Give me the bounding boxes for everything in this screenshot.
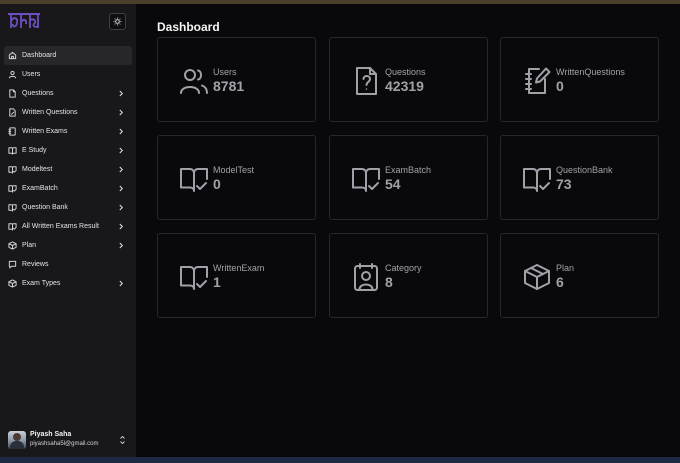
- stat-card-label: ModelTest: [213, 165, 255, 175]
- stat-card-questions[interactable]: Questions 42319: [329, 37, 488, 122]
- book-check-icon: [8, 166, 17, 174]
- chevron-right-icon: [119, 90, 124, 97]
- sidebar-item-reviews[interactable]: Reviews: [4, 255, 132, 274]
- stat-card-value: 6: [556, 274, 564, 290]
- sidebar-item-all-written-exams-result[interactable]: All Written Exams Result: [4, 217, 132, 236]
- stat-card-value: 8781: [213, 78, 245, 94]
- sun-icon: [113, 17, 122, 26]
- avatar: [8, 431, 26, 449]
- sidebar-item-label: Dashboard: [22, 52, 57, 59]
- sidebar-item-label: Reviews: [22, 261, 49, 268]
- stat-card-writtenquestions[interactable]: WrittenQuestions 0: [500, 37, 659, 122]
- sidebar-item-label: ExamBatch: [22, 185, 58, 192]
- sidebar-nav: Dashboard Users Questions Written Questions…: [4, 46, 132, 293]
- page-title: Dashboard: [157, 20, 220, 34]
- chevron-right-icon: [119, 185, 124, 192]
- sidebar-item-written-exams[interactable]: Written Exams: [4, 122, 132, 141]
- sidebar-item-exambatch[interactable]: ExamBatch: [4, 179, 132, 198]
- sidebar-item-e-study[interactable]: E Study: [4, 141, 132, 160]
- book-icon: [8, 147, 17, 155]
- book-check-icon: [8, 223, 17, 231]
- contact-icon: [354, 263, 378, 291]
- sidebar-item-label: All Written Exams Result: [22, 223, 99, 230]
- user-email: piyashsaha5l@gmail.com: [30, 441, 99, 447]
- chevron-right-icon: [119, 204, 124, 211]
- chevron-right-icon: [119, 109, 124, 116]
- sidebar-item-written-questions[interactable]: Written Questions: [4, 103, 132, 122]
- sidebar-item-label: E Study: [22, 147, 47, 154]
- book-check-icon: [352, 168, 380, 192]
- sidebar-item-question-bank[interactable]: Question Bank: [4, 198, 132, 217]
- stat-card-users[interactable]: Users 8781: [157, 37, 316, 122]
- sidebar-item-label: Modeltest: [22, 166, 53, 173]
- stat-card-label: Category: [385, 263, 422, 273]
- book-check-icon: [523, 168, 551, 192]
- book-check-icon: [180, 168, 208, 192]
- stat-card-label: Questions: [385, 67, 426, 77]
- message-icon: [8, 260, 17, 269]
- sidebar-item-label: Plan: [22, 242, 37, 249]
- taskbar-strip: [0, 457, 680, 463]
- notebook-icon: [8, 127, 16, 136]
- stat-card-modeltest[interactable]: ModelTest 0: [157, 135, 316, 220]
- file-icon: [9, 89, 16, 98]
- theme-toggle-button[interactable]: [109, 13, 126, 30]
- chevron-right-icon: [119, 242, 124, 249]
- users-icon: [180, 69, 208, 94]
- sidebar-item-dashboard[interactable]: Dashboard: [4, 46, 132, 65]
- stat-card-value: 42319: [385, 78, 424, 94]
- notebook-pen-icon: [525, 67, 551, 94]
- stat-card-writtenexam[interactable]: WrittenExam 1: [157, 233, 316, 318]
- stat-card-label: WrittenExam: [213, 263, 265, 273]
- stat-card-exambatch[interactable]: ExamBatch 54: [329, 135, 488, 220]
- sidebar-item-exam-types[interactable]: Exam Types: [4, 274, 132, 293]
- stat-card-value: 0: [213, 176, 221, 192]
- chevron-right-icon: [119, 223, 124, 230]
- chevron-right-icon: [119, 128, 124, 135]
- user-name: Piyash Saha: [30, 431, 72, 438]
- box-icon: [8, 241, 17, 250]
- stat-card-value: 8: [385, 274, 393, 290]
- book-check-icon: [8, 185, 17, 193]
- package-icon: [524, 264, 550, 290]
- sidebar-item-label: Written Exams: [22, 128, 68, 135]
- stat-card-label: QuestionBank: [556, 165, 613, 175]
- file-edit-icon: [9, 108, 16, 117]
- sidebar-item-plan[interactable]: Plan: [4, 236, 132, 255]
- stat-card-label: Plan: [556, 263, 575, 273]
- chevron-right-icon: [119, 166, 124, 173]
- stat-card-value: 0: [556, 78, 564, 94]
- sidebar: Dashboard Users Questions Written Questions…: [0, 4, 136, 457]
- sidebar-item-label: Question Bank: [22, 204, 68, 211]
- sidebar-item-label: Exam Types: [22, 280, 61, 287]
- stat-card-value: 73: [556, 176, 572, 192]
- sidebar-item-questions[interactable]: Questions: [4, 84, 132, 103]
- stat-card-questionbank[interactable]: QuestionBank 73: [500, 135, 659, 220]
- home-icon: [8, 51, 17, 60]
- sidebar-item-modeltest[interactable]: Modeltest: [4, 160, 132, 179]
- stat-card-category[interactable]: Category 8: [329, 233, 488, 318]
- user-profile[interactable]: Piyash Saha piyashsaha5l@gmail.com: [0, 428, 136, 456]
- user-icon: [8, 70, 17, 79]
- chevron-right-icon: [119, 280, 124, 287]
- stat-card-value: 1: [213, 274, 221, 290]
- chevron-right-icon: [119, 147, 124, 154]
- book-check-icon: [8, 204, 17, 212]
- stat-card-plan[interactable]: Plan 6: [500, 233, 659, 318]
- box-icon: [8, 279, 17, 288]
- sidebar-item-label: Questions: [22, 90, 54, 97]
- file-question-icon: [356, 67, 377, 95]
- sidebar-item-users[interactable]: Users: [4, 65, 132, 84]
- stat-card-label: WrittenQuestions: [556, 67, 625, 77]
- book-check-icon: [180, 266, 208, 290]
- app-logo[interactable]: [6, 10, 42, 32]
- sidebar-item-label: Users: [22, 71, 41, 78]
- stat-card-label: Users: [213, 67, 237, 77]
- stat-card-label: ExamBatch: [385, 165, 432, 175]
- stat-card-value: 54: [385, 176, 401, 192]
- chevrons-up-down-icon[interactable]: [119, 435, 126, 445]
- sidebar-item-label: Written Questions: [22, 109, 78, 116]
